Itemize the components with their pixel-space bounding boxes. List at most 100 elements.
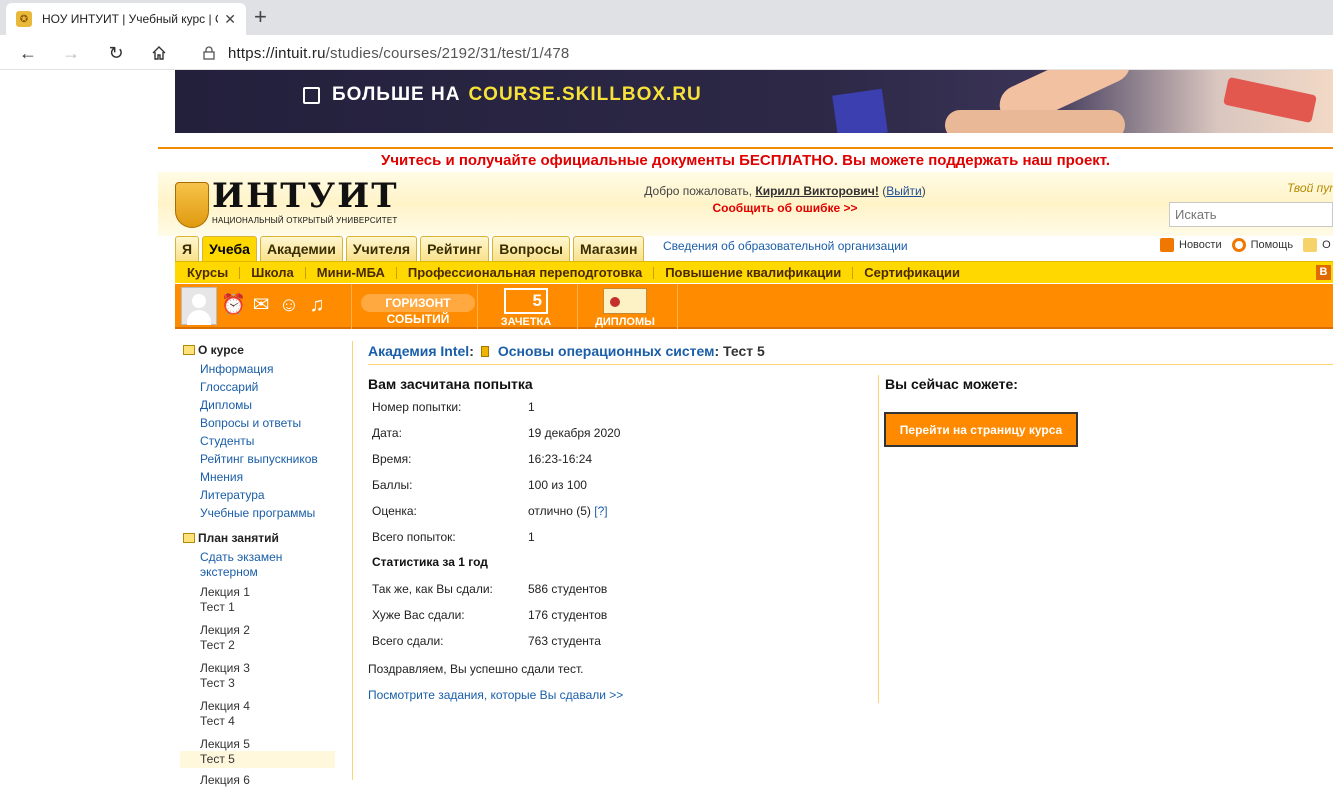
- breadcrumb-course[interactable]: Основы операционных систем: [498, 343, 715, 359]
- rss-icon: [1160, 238, 1174, 252]
- sidebar-item-graduates-rating[interactable]: Рейтинг выпускников: [200, 452, 318, 467]
- sidebar-item-lecture[interactable]: Лекция 6: [200, 773, 250, 788]
- sidebar-item-lecture[interactable]: Лекция 5: [200, 737, 250, 752]
- sidebar-item-exam-external[interactable]: Сдать экзамен экстерном: [200, 550, 282, 580]
- sidebar-item-test-active[interactable]: Тест 5: [200, 752, 235, 767]
- tab-shop[interactable]: Магазин: [572, 236, 645, 261]
- tab-study[interactable]: Учеба: [202, 236, 257, 261]
- tab-me[interactable]: Я: [175, 236, 200, 261]
- events-horizon-button[interactable]: ГОРИЗОНТ СОБЫТИЙ: [361, 288, 475, 328]
- result-value: 1: [528, 400, 535, 414]
- org-info-link[interactable]: Сведения об образовательной организации: [663, 239, 908, 253]
- sidebar-item-test[interactable]: Тест 2: [200, 638, 235, 653]
- diplomas-button[interactable]: ДИПЛОМЫ: [583, 288, 667, 328]
- gradebook-button[interactable]: 5 ЗАЧЕТКА: [493, 288, 559, 328]
- sidebar-item-faq[interactable]: Вопросы и ответы: [200, 416, 301, 431]
- result-label: Баллы:: [372, 478, 413, 492]
- stats-label: Всего сдали:: [372, 634, 444, 648]
- sidebar-item-programs[interactable]: Учебные программы: [200, 506, 315, 521]
- grade-help-link[interactable]: [?]: [594, 504, 607, 518]
- subnav-mini-mba[interactable]: Мини-МБА: [317, 265, 385, 280]
- site-favicon-icon: ✪: [16, 11, 32, 27]
- subnav-courses[interactable]: Курсы: [187, 265, 228, 280]
- logout-link[interactable]: Выйти: [886, 184, 922, 198]
- promo-divider: [158, 147, 1333, 149]
- sidebar-item-opinions[interactable]: Мнения: [200, 470, 243, 485]
- news-link[interactable]: Новости: [1160, 238, 1222, 252]
- sidebar-item-lecture[interactable]: Лекция 1: [200, 585, 250, 600]
- sidebar-item-diplomas[interactable]: Дипломы: [200, 398, 252, 413]
- divider: [304, 266, 306, 279]
- divider: [477, 284, 478, 329]
- about-icon: [1303, 238, 1318, 252]
- subnav-school[interactable]: Школа: [251, 265, 294, 280]
- new-tab-button[interactable]: +: [254, 3, 267, 31]
- sidebar-item-lecture[interactable]: Лекция 3: [200, 661, 250, 676]
- user-name-link[interactable]: Кирилл Викторович!: [755, 184, 878, 198]
- sidebar-item-info[interactable]: Информация: [200, 362, 273, 377]
- browser-tab[interactable]: ✪ НОУ ИНТУИТ | Учебный курс | О ✕: [6, 3, 246, 35]
- forward-arrow-icon[interactable]: →: [58, 40, 84, 66]
- breadcrumb-academy[interactable]: Академия Intel: [368, 343, 469, 359]
- tab-teachers[interactable]: Учителя: [345, 236, 418, 261]
- banner-decoration: [832, 88, 888, 133]
- exam-line-2: экстерном: [200, 565, 258, 579]
- back-arrow-icon[interactable]: ←: [15, 40, 41, 66]
- vk-icon[interactable]: В: [1316, 265, 1331, 280]
- breadcrumb-separator: :: [714, 343, 720, 359]
- tab-title: НОУ ИНТУИТ | Учебный курс | О: [42, 12, 219, 26]
- about-link[interactable]: О: [1303, 238, 1331, 252]
- sub-navigation: Курсы Школа Мини-МБА Профессиональная пе…: [175, 261, 1333, 283]
- sidebar-item-test[interactable]: Тест 3: [200, 676, 235, 691]
- sidebar-item-lecture[interactable]: Лекция 4: [200, 699, 250, 714]
- subnav-retraining[interactable]: Профессиональная переподготовка: [408, 265, 642, 280]
- ad-banner[interactable]: БОЛЬШЕ НА COURSE.SKILLBOX.RU: [175, 70, 1333, 133]
- tab-questions[interactable]: Вопросы: [492, 236, 570, 261]
- sidebar-plan-title[interactable]: План занятий: [183, 531, 279, 545]
- envelope-icon[interactable]: ✉: [249, 292, 273, 318]
- address-bar[interactable]: https://intuit.ru/studies/courses/2192/3…: [190, 39, 1333, 67]
- result-value: 19 декабря 2020: [528, 426, 621, 440]
- help-link[interactable]: Помощь: [1231, 238, 1293, 252]
- exam-line-1: Сдать экзамен: [200, 550, 283, 564]
- result-value: 1: [528, 530, 535, 544]
- subnav-certifications[interactable]: Сертификации: [864, 265, 960, 280]
- site-logo[interactable]: ИНТУИТ НАЦИОНАЛЬНЫЙ ОТКРЫТЫЙ УНИВЕРСИТЕТ: [175, 176, 397, 230]
- divider: [351, 284, 352, 329]
- home-icon[interactable]: [146, 40, 172, 66]
- tab-academies[interactable]: Академии: [259, 236, 343, 261]
- sidebar-item-test[interactable]: Тест 1: [200, 600, 235, 615]
- result-value: 100 из 100: [528, 478, 587, 492]
- search-input[interactable]: [1169, 202, 1333, 227]
- breadcrumb-test: Тест 5: [723, 343, 765, 359]
- view-tasks-link[interactable]: Посмотрите задания, которые Вы сдавали >…: [368, 688, 623, 702]
- sidebar-item-glossary[interactable]: Глоссарий: [200, 380, 258, 395]
- banner-highlight: COURSE.SKILLBOX.RU: [468, 84, 702, 105]
- url-text: https://intuit.ru/studies/courses/2192/3…: [228, 45, 569, 62]
- sidebar-plan-label: План занятий: [198, 531, 279, 545]
- stats-value: 586 студентов: [528, 582, 608, 596]
- reload-icon[interactable]: ↻: [103, 40, 129, 66]
- stats-value: 763 студента: [528, 634, 601, 648]
- actions-heading: Вы сейчас можете:: [885, 376, 1018, 392]
- bell-icon[interactable]: ♫: [305, 292, 329, 318]
- sidebar-item-students[interactable]: Студенты: [200, 434, 254, 449]
- subnav-qualification[interactable]: Повышение квалификации: [665, 265, 841, 280]
- friends-icon[interactable]: ☺: [277, 292, 301, 318]
- avatar[interactable]: [181, 287, 217, 325]
- alarm-clock-icon[interactable]: ⏰: [221, 292, 246, 318]
- diplomas-label: ДИПЛОМЫ: [595, 316, 655, 328]
- sidebar-about-title[interactable]: О курсе: [183, 343, 244, 357]
- breadcrumb: Академия Intel: Основы операционных сист…: [368, 343, 765, 359]
- sidebar-item-test[interactable]: Тест 4: [200, 714, 235, 729]
- result-heading: Вам засчитана попытка: [368, 376, 533, 392]
- sidebar-item-literature[interactable]: Литература: [200, 488, 265, 503]
- report-error-link[interactable]: Сообщить об ошибке >>: [560, 201, 1010, 215]
- result-label: Время:: [372, 452, 412, 466]
- external-link-icon: [303, 86, 320, 104]
- close-tab-icon[interactable]: ✕: [224, 11, 236, 28]
- breadcrumb-divider: [368, 364, 1333, 365]
- tab-rating[interactable]: Рейтинг: [420, 236, 490, 261]
- go-to-course-button[interactable]: Перейти на страницу курса: [884, 412, 1078, 447]
- sidebar-item-lecture[interactable]: Лекция 2: [200, 623, 250, 638]
